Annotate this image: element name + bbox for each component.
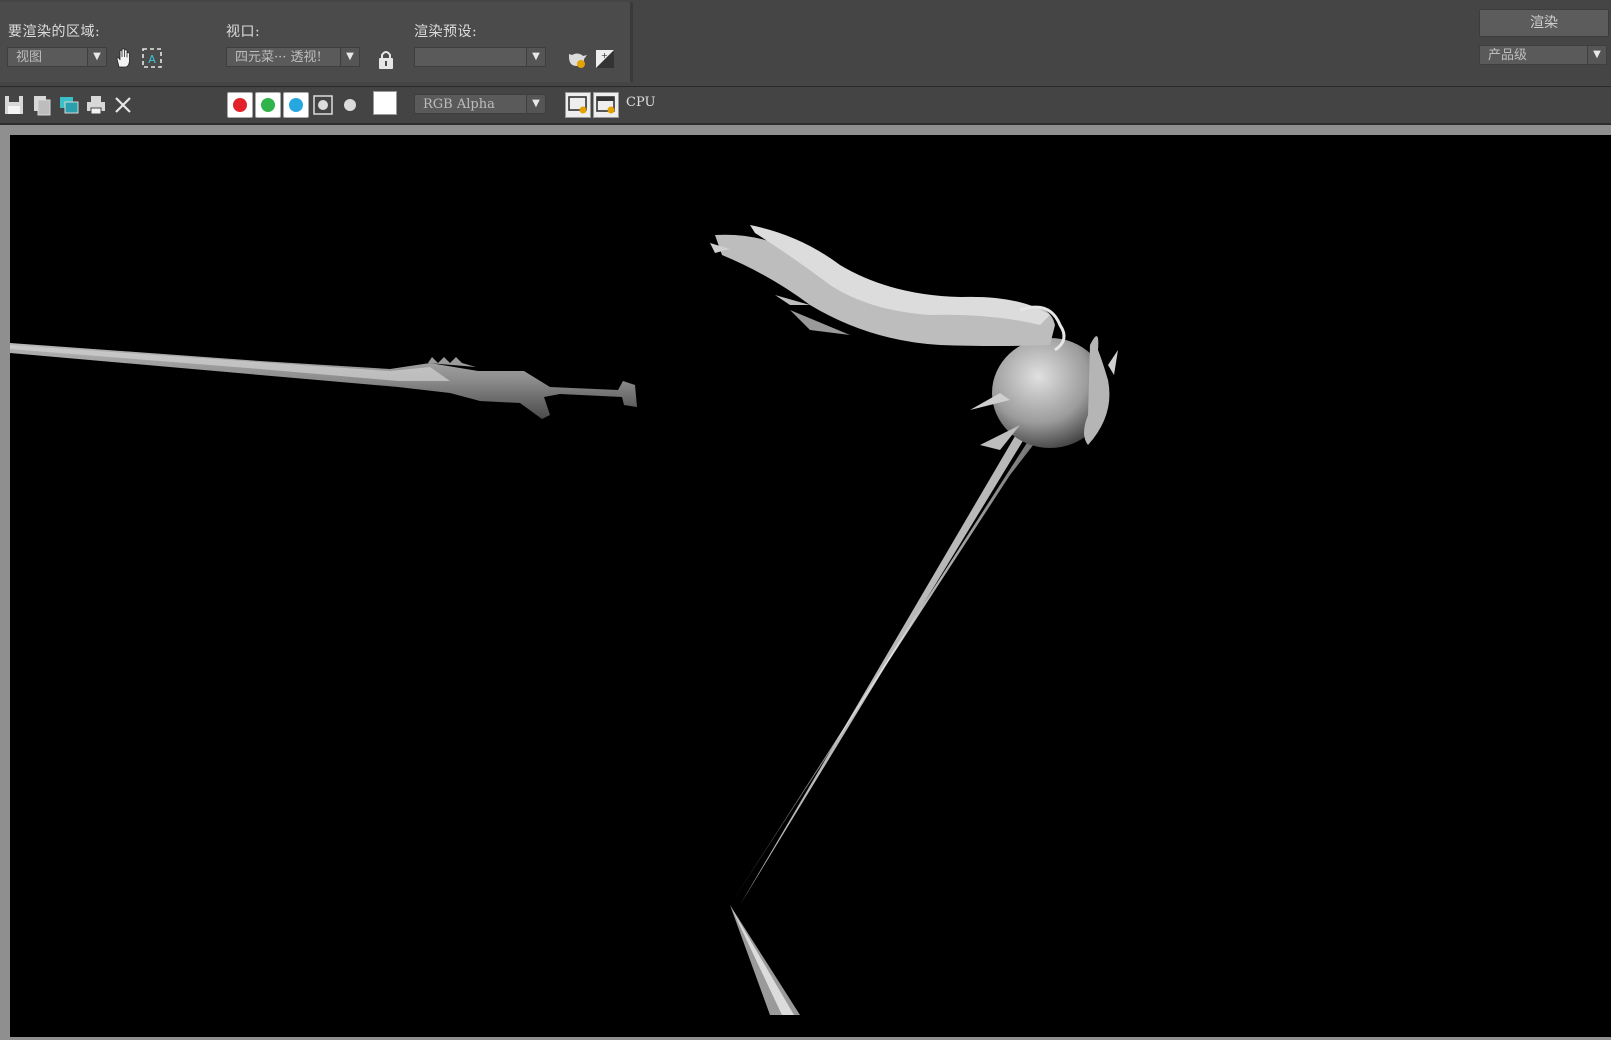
svg-text:A: A (148, 53, 156, 66)
clone-window-icon[interactable] (57, 93, 81, 117)
chevron-down-icon: ▼ (526, 48, 545, 66)
blue-channel-dot (289, 98, 303, 112)
clear-icon[interactable] (111, 93, 135, 117)
display-channel-value: RGB Alpha (423, 97, 495, 112)
render-preset-label: 渲染预设: (414, 24, 478, 40)
blue-channel-button[interactable] (283, 92, 309, 118)
chevron-down-icon: ▼ (526, 95, 545, 113)
chevron-down-icon: ▼ (1587, 46, 1606, 64)
rendered-image-viewport[interactable] (10, 135, 1611, 1037)
render-preset-dropdown[interactable]: ▼ (414, 47, 546, 67)
chevron-down-icon: ▼ (87, 48, 106, 66)
svg-text:+: + (601, 51, 608, 60)
viewport-dropdown[interactable]: 四元菜··· 透视! ▼ (226, 47, 360, 67)
rendered-image (10, 225, 1118, 1015)
save-icon[interactable] (2, 93, 26, 117)
spear-model (710, 225, 1118, 1015)
environment-teapot-icon[interactable] (565, 47, 589, 71)
cpu-label: CPU (626, 95, 656, 110)
render-quality-value: 产品级 (1488, 48, 1528, 63)
viewport-label: 视口: (226, 24, 261, 40)
chevron-down-icon: ▼ (340, 48, 359, 66)
red-channel-dot (233, 98, 247, 112)
sword-model (10, 343, 637, 419)
copy-icon[interactable] (30, 93, 54, 117)
render-settings-panel: 要渲染的区域: 视图 ▼ A 视口: 四元菜··· 透视! ▼ 渲染预设: ▼ … (0, 0, 1611, 87)
toggle-ui-overlay-icon[interactable] (565, 92, 591, 118)
auto-region-icon[interactable]: A (140, 46, 164, 70)
print-icon[interactable] (84, 93, 108, 117)
monochrome-icon[interactable] (338, 93, 362, 117)
render-quality-dropdown[interactable]: 产品级 ▼ (1479, 45, 1607, 65)
toggle-ui-icon[interactable] (593, 92, 619, 118)
red-channel-button[interactable] (227, 92, 253, 118)
area-to-render-dropdown[interactable]: 视图 ▼ (7, 47, 107, 67)
render-area-group: 要渲染的区域: 视图 ▼ A 视口: 四元菜··· 透视! ▼ 渲染预设: ▼ … (0, 2, 633, 82)
green-channel-button[interactable] (255, 92, 281, 118)
background-color-swatch[interactable] (373, 91, 397, 115)
alpha-channel-icon[interactable] (311, 93, 335, 117)
area-to-render-label: 要渲染的区域: (8, 24, 101, 40)
frame-buffer-toolbar: RGB Alpha ▼ CPU (0, 87, 1611, 125)
green-channel-dot (261, 98, 275, 112)
area-to-render-value: 视图 (16, 50, 43, 65)
exposure-icon[interactable]: + (593, 47, 617, 71)
render-button[interactable]: 渲染 (1479, 9, 1609, 37)
display-channel-dropdown[interactable]: RGB Alpha ▼ (414, 94, 546, 114)
lock-icon[interactable] (374, 48, 398, 72)
viewport-value: 四元菜··· 透视! (235, 50, 322, 65)
pan-hand-icon[interactable] (112, 46, 136, 70)
